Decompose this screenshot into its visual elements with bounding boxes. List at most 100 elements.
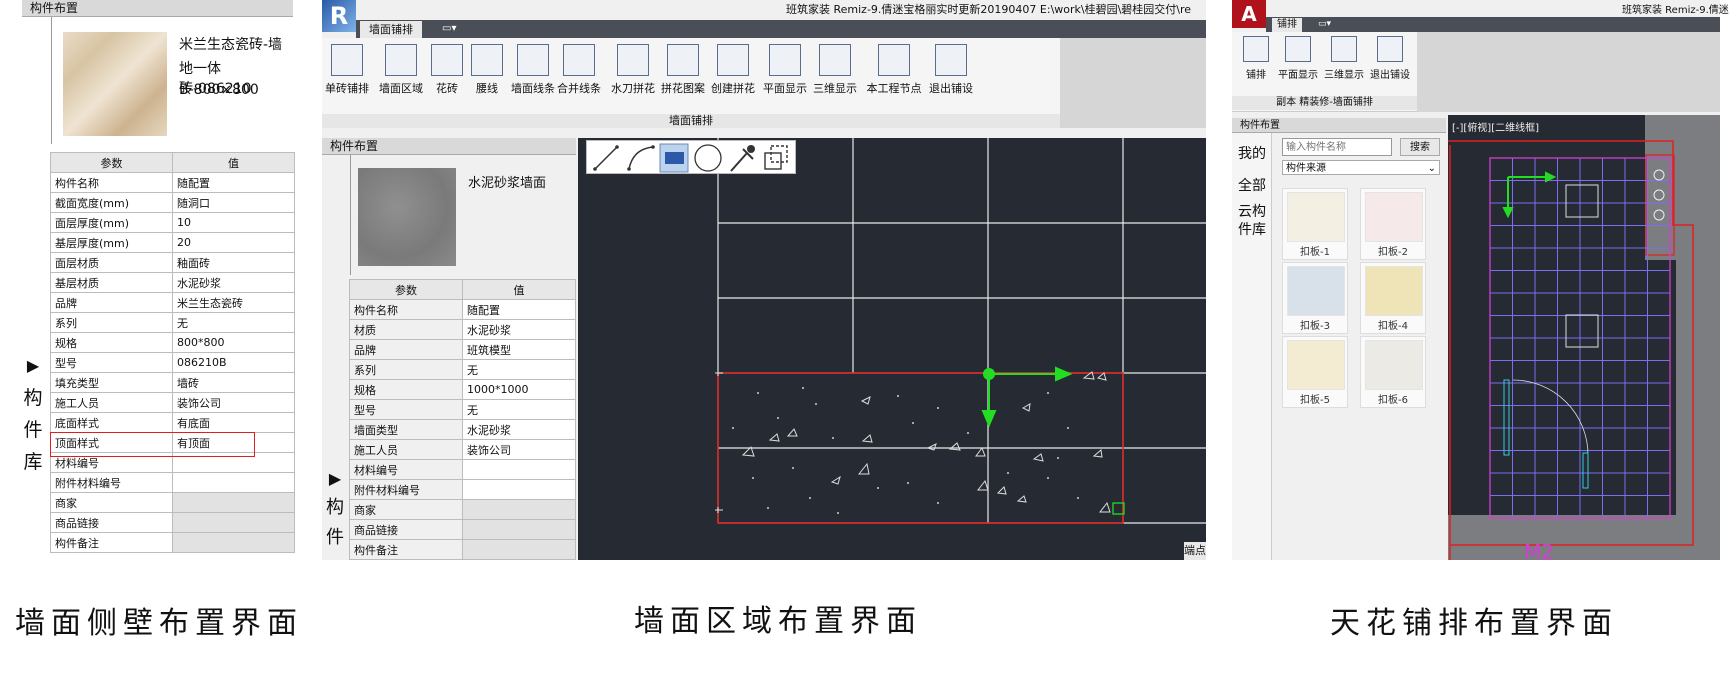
cad-viewport[interactable]: 端点 xyxy=(578,138,1206,560)
ribbon-tool-1[interactable]: 单砖铺排 xyxy=(322,44,372,96)
table-row[interactable]: 墙面类型 水泥砂浆 xyxy=(349,419,576,440)
ribbon-tool-8[interactable]: 拼花图案 xyxy=(658,44,708,96)
param-value-cell[interactable]: 无 xyxy=(462,359,576,380)
plan-viewport[interactable]: [-][俯视][二维线框] M2 xyxy=(1448,115,1720,560)
ribbon-tool-2[interactable]: 墙面区域 xyxy=(376,44,426,96)
param-value-cell[interactable]: 随配置 xyxy=(172,172,295,193)
param-value-cell[interactable] xyxy=(172,512,295,533)
param-value-cell[interactable] xyxy=(172,532,295,553)
param-value-cell[interactable]: 水泥砂浆 xyxy=(462,419,576,440)
ribbon-tool-13[interactable]: 退出铺设 xyxy=(926,44,976,96)
tile-item[interactable]: 扣板-6 xyxy=(1360,336,1426,408)
table-row[interactable]: 型号 086210B xyxy=(50,352,295,373)
param-value-cell[interactable]: 釉面砖 xyxy=(172,252,295,273)
line-tool-icon[interactable] xyxy=(593,145,619,171)
ribbon-tool-7[interactable]: 水刀拼花 xyxy=(608,44,658,96)
param-value-cell[interactable]: 086210B xyxy=(172,352,295,373)
param-value-cell[interactable]: 装饰公司 xyxy=(172,392,295,413)
table-row[interactable]: 施工人员 装饰公司 xyxy=(50,392,295,413)
rectangle-tool-icon[interactable] xyxy=(659,143,689,173)
mid-side-tab-component-library[interactable]: ▶ 构 件 xyxy=(324,465,346,553)
table-row[interactable]: 材质 水泥砂浆 xyxy=(349,319,576,340)
param-value-cell[interactable]: 随配置 xyxy=(462,299,576,320)
ribbon-tool-6[interactable]: 合并线条 xyxy=(554,44,604,96)
param-value-cell[interactable]: 无 xyxy=(462,399,576,420)
table-row[interactable]: 面层厚度(mm) 10 xyxy=(50,212,295,233)
right-ribbon-tool-1[interactable]: 铺排 xyxy=(1234,36,1278,81)
ribbon-tab-wall-tiling[interactable]: 墙面铺排 xyxy=(360,21,422,38)
copy-area-tool-icon[interactable] xyxy=(764,145,788,170)
param-value-cell[interactable]: 班筑模型 xyxy=(462,339,576,360)
param-value-cell[interactable]: 10 xyxy=(172,212,295,233)
search-button[interactable]: 搜索 xyxy=(1400,138,1440,156)
table-row[interactable]: 面层材质 釉面砖 xyxy=(50,252,295,273)
param-value-cell[interactable]: 米兰生态瓷砖 xyxy=(172,292,295,313)
table-row[interactable]: 规格 1000*1000 xyxy=(349,379,576,400)
param-value-cell[interactable]: 装饰公司 xyxy=(462,439,576,460)
param-value-cell[interactable] xyxy=(462,459,576,480)
table-row[interactable]: 附件材料编号 xyxy=(50,472,295,493)
ribbon-tool-12[interactable]: 本工程节点 xyxy=(864,44,924,96)
table-row[interactable]: 材料编号 xyxy=(349,459,576,480)
table-row[interactable]: 系列无 xyxy=(349,359,576,380)
table-row[interactable]: 附件材料编号 xyxy=(349,479,576,500)
eyedropper-tool-icon[interactable] xyxy=(730,145,755,172)
arc-tool-icon[interactable] xyxy=(627,145,655,171)
app-logo-icon[interactable]: R xyxy=(322,0,356,32)
table-row[interactable]: 品牌 班筑模型 xyxy=(349,339,576,360)
table-row[interactable]: 规格 800*800 xyxy=(50,332,295,353)
param-value-cell[interactable]: 墙砖 xyxy=(172,372,295,393)
tile-item[interactable]: 扣板-3 xyxy=(1282,262,1348,334)
table-row[interactable]: 商品链接 xyxy=(50,512,295,533)
side-tab-mine[interactable]: 我的 xyxy=(1238,143,1266,163)
tile-item[interactable]: 扣板-2 xyxy=(1360,188,1426,260)
param-value-cell[interactable] xyxy=(462,519,576,540)
table-row[interactable]: 构件备注 xyxy=(50,532,295,553)
table-row[interactable]: 构件名称 随配置 xyxy=(50,172,295,193)
table-row[interactable]: 截面宽度(mm) 随洞口 xyxy=(50,192,295,213)
param-value-cell[interactable]: 水泥砂浆 xyxy=(172,272,295,293)
right-ribbon-tab[interactable]: 铺排 xyxy=(1272,18,1302,32)
param-value-cell[interactable]: 1000*1000 xyxy=(462,379,576,400)
tile-item[interactable]: 扣板-5 xyxy=(1282,336,1348,408)
ribbon-tool-11[interactable]: 三维显示 xyxy=(810,44,860,96)
ribbon-tool-4[interactable]: 腰线 xyxy=(462,44,512,96)
table-row[interactable]: 系列无 xyxy=(50,312,295,333)
circle-tool-icon[interactable] xyxy=(694,144,722,172)
right-ribbon-tool-3[interactable]: 三维显示 xyxy=(1322,36,1366,81)
table-row[interactable]: 基层厚度(mm) 20 xyxy=(50,232,295,253)
ribbon-tool-10[interactable]: 平面显示 xyxy=(760,44,810,96)
table-row[interactable]: 施工人员 装饰公司 xyxy=(349,439,576,460)
tile-item[interactable]: 扣板-4 xyxy=(1360,262,1426,334)
autocad-logo-icon[interactable]: A xyxy=(1232,0,1266,28)
param-value-cell[interactable]: 800*800 xyxy=(172,332,295,353)
side-tab-cloud-library[interactable]: 云构件库 xyxy=(1238,203,1268,239)
table-row[interactable]: 构件备注 xyxy=(349,539,576,560)
param-value-cell[interactable]: 20 xyxy=(172,232,295,253)
param-value-cell[interactable]: 无 xyxy=(172,312,295,333)
table-row[interactable]: 商家 xyxy=(50,492,295,513)
table-row[interactable]: 填充类型 墙砖 xyxy=(50,372,295,393)
table-row[interactable]: 构件名称 随配置 xyxy=(349,299,576,320)
right-quick-access-icon[interactable]: ▭▾ xyxy=(1318,19,1342,30)
component-search-input[interactable] xyxy=(1282,138,1392,156)
quick-access-icon[interactable]: ▭▾ xyxy=(442,23,466,34)
right-ribbon-tool-2[interactable]: 平面显示 xyxy=(1276,36,1320,81)
param-value-cell[interactable] xyxy=(172,492,295,513)
table-row[interactable]: 型号无 xyxy=(349,399,576,420)
table-row[interactable]: 品牌 米兰生态瓷砖 xyxy=(50,292,295,313)
side-tab-all[interactable]: 全部 xyxy=(1238,175,1266,195)
right-ribbon-tool-4[interactable]: 退出铺设 xyxy=(1368,36,1412,81)
param-value-cell[interactable] xyxy=(462,539,576,560)
ribbon-tool-5[interactable]: 墙面线条 xyxy=(508,44,558,96)
table-row[interactable]: 基层材质 水泥砂浆 xyxy=(50,272,295,293)
param-value-cell[interactable] xyxy=(462,479,576,500)
param-value-cell[interactable]: 随洞口 xyxy=(172,192,295,213)
param-value-cell[interactable]: 有底面 xyxy=(172,412,295,433)
param-value-cell[interactable]: 水泥砂浆 xyxy=(462,319,576,340)
table-row[interactable]: 底面样式 有底面 xyxy=(50,412,295,433)
source-select[interactable]: 构件来源 ⌄ xyxy=(1282,160,1440,175)
side-tab-component-library[interactable]: ▶ 构 件 库 xyxy=(22,350,44,478)
param-value-cell[interactable] xyxy=(172,472,295,493)
param-value-cell[interactable] xyxy=(462,499,576,520)
